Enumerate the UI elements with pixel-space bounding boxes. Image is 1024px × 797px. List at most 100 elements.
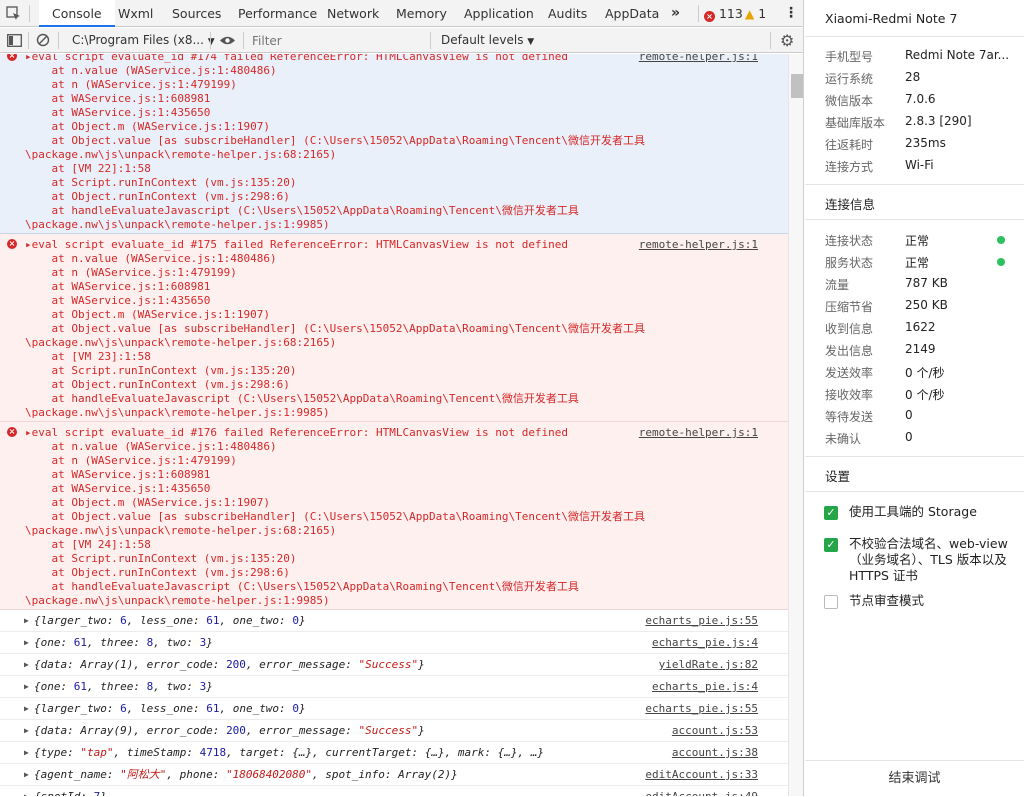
error-message[interactable]: × ▸eval script evaluate_id #175 failed Re… bbox=[0, 234, 788, 422]
info-label: 等待发送 bbox=[825, 410, 874, 424]
expand-arrow-icon[interactable]: ▶ bbox=[24, 742, 29, 764]
tab-console[interactable]: Console bbox=[39, 0, 115, 27]
log-message[interactable]: ▶ {one: 61, three: 8, two: 3} echarts_pie.… bbox=[0, 676, 788, 698]
expand-arrow-icon[interactable]: ▶ bbox=[24, 632, 29, 654]
console-scrollbar[interactable] bbox=[788, 54, 803, 796]
log-message[interactable]: ▶ {one: 61, three: 8, two: 3} echarts_pie.… bbox=[0, 632, 788, 654]
sidebar-toggle-icon[interactable] bbox=[7, 28, 22, 53]
log-object-text: {larger_two: 6, less_one: 61, one_two: 0… bbox=[34, 702, 306, 715]
setting-checkbox[interactable] bbox=[824, 595, 838, 609]
tab-separator bbox=[29, 5, 30, 22]
setting-label[interactable]: 不校验合法域名、web-view（业务域名）、TLS 版本以及 HTTPS 证书 bbox=[849, 536, 1013, 584]
source-link[interactable]: echarts_pie.js:4 bbox=[652, 632, 758, 654]
log-levels-label: Default levels bbox=[441, 33, 524, 47]
info-row: 发出信息 2149 bbox=[825, 342, 1015, 358]
info-label: 发送效率 bbox=[825, 366, 874, 380]
tab-network[interactable]: Network bbox=[327, 0, 379, 27]
stack-line: at Object.runInContext (vm.js:298:6) bbox=[25, 566, 290, 579]
expand-arrow-icon[interactable]: ▶ bbox=[24, 654, 29, 676]
expand-arrow-icon[interactable]: ▶ bbox=[24, 610, 29, 632]
info-value: 正常 bbox=[905, 256, 930, 270]
warning-icon: ▲ bbox=[745, 7, 755, 21]
section-divider bbox=[805, 491, 1024, 492]
log-message[interactable]: ▶ {data: Array(1), error_code: 200, error… bbox=[0, 654, 788, 676]
stack-line: at Object.runInContext (vm.js:298:6) bbox=[25, 190, 290, 203]
log-levels-dropdown[interactable]: Default levels ▼ bbox=[441, 28, 534, 53]
source-link[interactable]: echarts_pie.js:55 bbox=[645, 610, 758, 632]
source-link[interactable]: account.js:53 bbox=[672, 720, 758, 742]
info-value: 235ms bbox=[905, 136, 946, 150]
log-message[interactable]: ▶ {larger_two: 6, less_one: 61, one_two: … bbox=[0, 698, 788, 720]
stack-line: at [VM 24]:1:58 bbox=[25, 538, 151, 551]
log-message[interactable]: ▶ {data: Array(9), error_code: 200, error… bbox=[0, 720, 788, 742]
stack-line: at [VM 23]:1:58 bbox=[25, 350, 151, 363]
info-row: 手机型号 Redmi Note 7ar... bbox=[825, 48, 1015, 64]
setting-checkbox[interactable]: ✓ bbox=[824, 506, 838, 520]
scrollbar-thumb[interactable] bbox=[791, 74, 803, 98]
stack-line: at [VM 22]:1:58 bbox=[25, 162, 151, 175]
source-link[interactable]: editAccount.js:33 bbox=[645, 764, 758, 786]
info-label: 发出信息 bbox=[825, 344, 874, 358]
section-divider bbox=[805, 219, 1024, 220]
expand-arrow-icon[interactable]: ▶ bbox=[24, 698, 29, 720]
source-link[interactable]: yieldRate.js:82 bbox=[659, 654, 758, 676]
info-label: 连接方式 bbox=[825, 160, 874, 174]
source-link[interactable]: remote-helper.js:1 bbox=[639, 54, 758, 63]
tab-memory[interactable]: Memory bbox=[396, 0, 447, 27]
toolbar-separator bbox=[243, 32, 244, 49]
stack-line: at Object.m (WAService.js:1:1907) bbox=[25, 120, 271, 133]
error-headline: ▸eval script evaluate_id #175 failed Ref… bbox=[25, 238, 569, 251]
error-message[interactable]: × ▸eval script evaluate_id #176 failed Re… bbox=[0, 422, 788, 610]
menu-icon[interactable]: ⋮ bbox=[784, 0, 798, 27]
context-selector[interactable]: C:\Program Files (x8... ▼ bbox=[72, 28, 215, 53]
info-label: 流量 bbox=[825, 278, 850, 292]
tab-appdata[interactable]: AppData bbox=[605, 0, 659, 27]
setting-checkbox[interactable]: ✓ bbox=[824, 538, 838, 552]
info-value: 0 bbox=[905, 408, 913, 422]
end-debug-button[interactable]: 结束调试 bbox=[805, 760, 1024, 796]
expand-arrow-icon[interactable]: ▶ bbox=[24, 676, 29, 698]
stack-line: at WAService.js:1:608981 bbox=[25, 280, 211, 293]
filter-input[interactable] bbox=[252, 31, 422, 50]
source-link[interactable]: echarts_pie.js:4 bbox=[652, 676, 758, 698]
tab-performance[interactable]: Performance bbox=[238, 0, 317, 27]
source-link[interactable]: editAccount.js:49 bbox=[645, 786, 758, 796]
info-value: 0 bbox=[905, 430, 913, 444]
tab-audits[interactable]: Audits bbox=[548, 0, 587, 27]
warning-counter[interactable]: ▲ 1 bbox=[745, 0, 766, 27]
error-icon: × bbox=[7, 427, 17, 437]
source-link[interactable]: remote-helper.js:1 bbox=[639, 426, 758, 439]
stack-line: \package.nw\js\unpack\remote-helper.js:6… bbox=[25, 524, 337, 537]
stack-line: at n.value (WAService.js:1:480486) bbox=[25, 440, 277, 453]
setting-label[interactable]: 使用工具端的 Storage bbox=[849, 504, 1013, 520]
inspect-element-icon[interactable] bbox=[6, 0, 26, 27]
source-link[interactable]: echarts_pie.js:55 bbox=[645, 698, 758, 720]
log-message[interactable]: ▶ {larger_two: 6, less_one: 61, one_two: … bbox=[0, 610, 788, 632]
log-message[interactable]: ▶ {spotId: 7} editAccount.js:49 bbox=[0, 786, 788, 796]
info-label: 接收效率 bbox=[825, 388, 874, 402]
clear-console-icon[interactable] bbox=[36, 28, 50, 53]
setting-label[interactable]: 节点审查模式 bbox=[849, 593, 1013, 609]
source-link[interactable]: account.js:38 bbox=[672, 742, 758, 764]
info-value: 2.8.3 [290] bbox=[905, 114, 972, 128]
expand-arrow-icon[interactable]: ▶ bbox=[24, 786, 29, 796]
expand-arrow-icon[interactable]: ▶ bbox=[24, 764, 29, 786]
log-message[interactable]: ▶ {type: "tap", timeStamp: 4718, target: … bbox=[0, 742, 788, 764]
tab-sources[interactable]: Sources bbox=[172, 0, 221, 27]
settings-gear-icon[interactable]: ⚙ bbox=[780, 28, 794, 53]
tab-wxml[interactable]: Wxml bbox=[118, 0, 153, 27]
error-message[interactable]: × ▸eval script evaluate_id #174 failed Re… bbox=[0, 54, 788, 234]
log-message[interactable]: ▶ {agent_name: "阿松大", phone: "18068402080… bbox=[0, 764, 788, 786]
info-label: 未确认 bbox=[825, 432, 862, 446]
tab-application[interactable]: Application bbox=[464, 0, 534, 27]
connection-title: 连接信息 bbox=[825, 197, 876, 212]
live-expression-eye-icon[interactable] bbox=[219, 28, 236, 53]
dropdown-arrow-icon: ▼ bbox=[527, 37, 535, 47]
expand-arrow-icon[interactable]: ▶ bbox=[24, 720, 29, 742]
error-counter[interactable]: × 113 bbox=[704, 0, 743, 27]
remote-debug-panel: Xiaomi-Redmi Note 7 手机型号 Redmi Note 7ar..… bbox=[805, 0, 1024, 796]
info-label: 手机型号 bbox=[825, 50, 874, 64]
more-tabs-icon[interactable]: » bbox=[671, 0, 680, 27]
source-link[interactable]: remote-helper.js:1 bbox=[639, 238, 758, 251]
error-stack-trace: ▸eval script evaluate_id #174 failed Ref… bbox=[25, 54, 645, 232]
